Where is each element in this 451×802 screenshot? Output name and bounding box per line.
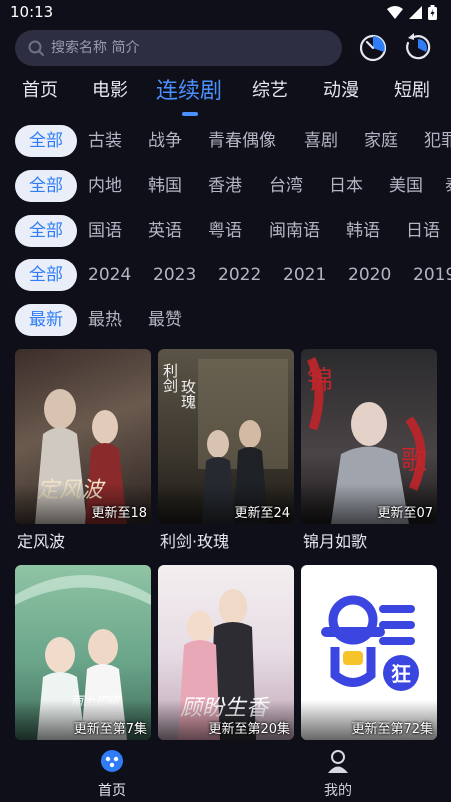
episode-badge: 更新至07 <box>377 506 433 521</box>
filter-row-language: 全部 国语 英语 粤语 闽南语 韩语 日语 <box>0 215 451 247</box>
history-icon <box>359 34 387 62</box>
status-bar: 10:13 <box>0 0 451 24</box>
filter-row-genre: 全部 古装 战争 青春偶像 喜剧 家庭 犯罪 <box>0 125 451 157</box>
poster-image: 锦 歌 更新至07 <box>301 349 437 524</box>
filter-chip[interactable]: 最新 <box>15 304 77 336</box>
history-button[interactable] <box>356 30 390 64</box>
episode-badge: 更新至24 <box>234 506 290 521</box>
filter-chip[interactable]: 全部 <box>15 170 77 202</box>
poster-image: 狂 更新至第72集 <box>301 565 437 740</box>
home-icon <box>101 750 123 772</box>
refresh-icon <box>406 33 431 60</box>
filter-chip[interactable]: 2024 <box>88 259 131 291</box>
status-icons <box>387 5 437 20</box>
episode-badge: 更新至第72集 <box>351 722 433 737</box>
episode-badge: 更新至第20集 <box>208 722 290 737</box>
filter-chip[interactable]: 2020 <box>348 259 391 291</box>
filter-chip[interactable]: 全部 <box>15 125 77 157</box>
card-title: 定风波 <box>17 532 66 551</box>
filter-chip[interactable]: 2019 <box>413 259 451 291</box>
filter-chip[interactable]: 泰 <box>445 170 451 202</box>
filter-row-sort: 最新 最热 最赞 <box>0 304 451 336</box>
episode-badge: 更新至第7集 <box>73 722 147 737</box>
filter-chip[interactable]: 韩语 <box>346 215 380 247</box>
filter-chip[interactable]: 韩国 <box>148 170 182 202</box>
filter-chip[interactable]: 粤语 <box>208 215 242 247</box>
nav-mine[interactable]: 我的 <box>298 748 378 800</box>
filter-chip[interactable]: 英语 <box>148 215 182 247</box>
bottom-nav: 首页 我的 <box>0 742 451 802</box>
profile-icon <box>328 750 348 773</box>
tab-movie[interactable]: 电影 <box>92 76 128 102</box>
refresh-button[interactable] <box>401 30 435 64</box>
signal-icon <box>409 6 422 19</box>
tab-anime[interactable]: 动漫 <box>323 76 359 102</box>
filter-chip[interactable]: 最热 <box>88 304 122 336</box>
filter-chip[interactable]: 闽南语 <box>269 215 320 247</box>
poster-image: 雨上初晴 更新至第7集 <box>15 565 151 740</box>
poster-title-text: 利剑 <box>161 363 179 393</box>
filter-row-year: 全部 2024 2023 2022 2021 2020 2019 <box>0 259 451 291</box>
tab-home[interactable]: 首页 <box>22 76 58 102</box>
filter-chip[interactable]: 国语 <box>88 215 122 247</box>
channel-tabs: 首页 电影 连续剧 综艺 动漫 短剧 <box>0 76 451 120</box>
filter-chip[interactable]: 喜剧 <box>304 125 338 157</box>
filter-chip[interactable]: 全部 <box>15 215 77 247</box>
tab-indicator <box>182 112 198 116</box>
poster-image: 顾盼生香 更新至第20集 <box>158 565 294 740</box>
filter-chip[interactable]: 台湾 <box>269 170 303 202</box>
filter-chip[interactable]: 战争 <box>148 125 182 157</box>
nav-home[interactable]: 首页 <box>72 748 152 800</box>
filter-chip[interactable]: 最赞 <box>148 304 182 336</box>
tab-short-drama[interactable]: 短剧 <box>394 76 430 102</box>
nav-home-label: 首页 <box>98 783 126 799</box>
filter-chip[interactable]: 日本 <box>329 170 363 202</box>
filter-chip[interactable]: 古装 <box>88 125 122 157</box>
filter-chip[interactable]: 青春偶像 <box>208 125 276 157</box>
card-title: 锦月如歌 <box>303 532 368 551</box>
card-title: 利剑·玫瑰 <box>160 532 230 551</box>
nav-mine-label: 我的 <box>324 783 352 799</box>
poster-image: 利剑 玫瑰 更新至24 <box>158 349 294 524</box>
logo-text: 狂 <box>391 662 411 686</box>
search-input[interactable] <box>49 39 313 57</box>
filter-chip[interactable]: 2021 <box>283 259 326 291</box>
search-icon <box>28 40 44 56</box>
battery-icon <box>428 5 437 20</box>
filter-chip[interactable]: 日语 <box>406 215 440 247</box>
filter-chip[interactable]: 犯罪 <box>424 125 451 157</box>
tab-series[interactable]: 连续剧 <box>156 73 222 105</box>
filter-chip[interactable]: 2022 <box>218 259 261 291</box>
status-time: 10:13 <box>10 3 54 21</box>
poster-image: 定风波 更新至18 <box>15 349 151 524</box>
filter-chip[interactable]: 全部 <box>15 259 77 291</box>
filter-chip[interactable]: 内地 <box>88 170 122 202</box>
search-bar[interactable] <box>15 30 342 66</box>
filter-chip[interactable]: 家庭 <box>364 125 398 157</box>
svg-text:歌: 歌 <box>401 446 427 476</box>
filter-chip[interactable]: 香港 <box>208 170 242 202</box>
filter-row-region: 全部 内地 韩国 香港 台湾 日本 美国 泰 <box>0 170 451 202</box>
filter-chip[interactable]: 2023 <box>153 259 196 291</box>
tab-variety[interactable]: 综艺 <box>252 76 288 102</box>
episode-badge: 更新至18 <box>91 506 147 521</box>
filter-chip[interactable]: 美国 <box>389 170 423 202</box>
poster-title-text: 锦 <box>307 366 333 396</box>
svg-text:玫瑰: 玫瑰 <box>179 379 197 410</box>
wifi-icon <box>387 6 403 19</box>
